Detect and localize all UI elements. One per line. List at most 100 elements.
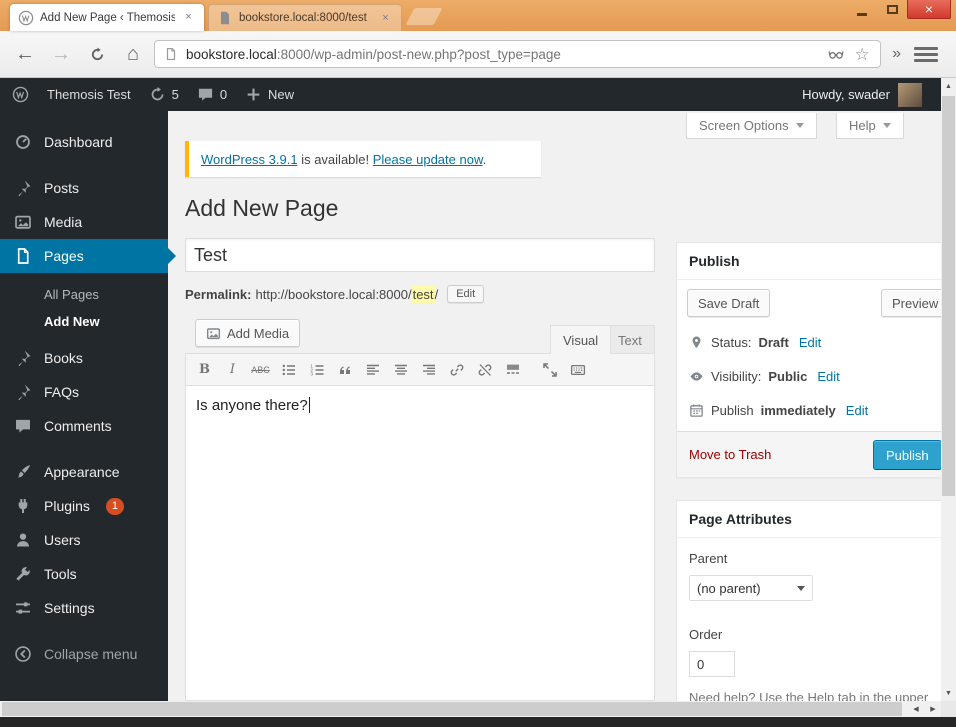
tab-text[interactable]: Text [605, 325, 655, 354]
reload-button[interactable] [82, 39, 112, 69]
sidebar-item-tools[interactable]: Tools [0, 557, 168, 591]
scroll-up-arrow[interactable]: ▲ [941, 78, 956, 94]
fullscreen-icon[interactable] [536, 357, 563, 382]
more-tag-icon[interactable] [499, 357, 526, 382]
blockquote-icon[interactable] [331, 357, 358, 382]
new-tab-button[interactable] [405, 8, 443, 25]
save-draft-button[interactable]: Save Draft [687, 289, 771, 317]
edit-schedule-link[interactable]: Edit [846, 403, 868, 418]
parent-label: Parent [689, 551, 728, 566]
page-icon [12, 247, 34, 265]
eye-icon [689, 369, 704, 384]
page-attributes-title[interactable]: Page Attributes [677, 501, 955, 538]
reader-glasses-icon[interactable] [827, 45, 845, 63]
browser-tab-inactive[interactable]: bookstore.local:8000/test × [208, 4, 402, 31]
sidebar-item-appearance[interactable]: Appearance [0, 455, 168, 489]
scroll-right-arrow[interactable]: ▶ [925, 701, 941, 717]
link-icon[interactable] [443, 357, 470, 382]
preview-button[interactable]: Preview [881, 289, 950, 317]
page-security-icon[interactable] [164, 46, 178, 62]
sidebar-item-plugins[interactable]: Plugins 1 [0, 489, 168, 523]
numbered-list-icon[interactable]: 123 [303, 357, 330, 382]
status-pin-icon [689, 335, 704, 350]
edit-status-link[interactable]: Edit [799, 335, 821, 350]
content-editor: B I ABC 123 Is anyone there? [185, 353, 655, 701]
sidebar-item-media[interactable]: Media [0, 205, 168, 239]
post-title-input[interactable] [185, 238, 655, 272]
kitchen-sink-icon[interactable] [564, 357, 591, 382]
browser-menu-icon[interactable] [914, 46, 938, 62]
sidebar-item-pages[interactable]: Pages [0, 239, 176, 273]
scroll-down-arrow[interactable]: ▼ [941, 685, 956, 701]
strikethrough-icon[interactable]: ABC [247, 357, 274, 382]
move-to-trash-link[interactable]: Move to Trash [689, 447, 771, 462]
editor-text-area[interactable]: Is anyone there? [186, 386, 654, 424]
sidebar-item-all-pages[interactable]: All Pages [0, 281, 168, 308]
tab-close-icon[interactable]: × [378, 11, 393, 26]
publish-box-title[interactable]: Publish [677, 243, 955, 280]
comments-link[interactable]: 0 [197, 86, 227, 103]
unlink-icon[interactable] [471, 357, 498, 382]
sidebar-item-faqs[interactable]: FAQs [0, 375, 168, 409]
permalink-slug: test [411, 285, 435, 303]
help-tab[interactable]: Help [836, 113, 904, 139]
back-button[interactable]: ← [10, 39, 40, 69]
scroll-left-arrow[interactable]: ◀ [908, 701, 924, 717]
window-controls: × [847, 0, 951, 19]
schedule-row: Publish immediately Edit [689, 403, 868, 418]
vertical-scrollbar-thumb[interactable] [942, 96, 955, 496]
publish-button[interactable]: Publish [873, 440, 942, 470]
parent-select[interactable]: (no parent) [689, 575, 813, 601]
vertical-scrollbar: ▲ ▼ [941, 78, 956, 701]
collapse-menu-button[interactable]: Collapse menu [0, 637, 168, 671]
address-bar[interactable]: bookstore.local:8000/wp-admin/post-new.p… [154, 40, 882, 68]
bullet-list-icon[interactable] [275, 357, 302, 382]
bold-icon[interactable]: B [191, 357, 218, 382]
sidebar-item-users[interactable]: Users [0, 523, 168, 557]
howdy-text: Howdy, swader [802, 87, 890, 102]
account-menu[interactable]: Howdy, swader [802, 82, 922, 107]
align-right-icon[interactable] [415, 357, 442, 382]
updates-link[interactable]: 5 [149, 86, 179, 103]
editor-toolbar: B I ABC 123 [186, 354, 654, 386]
screen-options-tab[interactable]: Screen Options [686, 113, 817, 139]
italic-icon[interactable]: I [219, 357, 246, 382]
sidebar-item-books[interactable]: Books [0, 341, 168, 375]
align-center-icon[interactable] [387, 357, 414, 382]
close-button[interactable]: × [907, 0, 951, 19]
order-label: Order [689, 627, 723, 642]
add-media-button[interactable]: Add Media [195, 319, 301, 347]
forward-button[interactable]: → [46, 39, 76, 69]
plus-icon [245, 86, 262, 103]
toolbar-overflow-icon[interactable]: » [887, 45, 906, 63]
tab-visual[interactable]: Visual [550, 325, 612, 354]
update-version-link[interactable]: WordPress 3.9.1 [201, 152, 298, 167]
window-titlebar: Add New Page ‹ Themosis × bookstore.loca… [0, 0, 956, 31]
align-left-icon[interactable] [359, 357, 386, 382]
sidebar-item-dashboard[interactable]: Dashboard [0, 125, 168, 159]
site-name-link[interactable]: Themosis Test [47, 87, 131, 102]
edit-visibility-link[interactable]: Edit [817, 369, 839, 384]
order-input[interactable] [689, 651, 735, 677]
home-button[interactable]: ⌂ [118, 39, 148, 69]
minimize-button[interactable] [847, 0, 877, 19]
bookmark-star-icon[interactable]: ☆ [853, 45, 871, 63]
window-bottom-border [0, 717, 956, 727]
user-icon [12, 531, 34, 549]
tab-close-icon[interactable]: × [181, 10, 196, 25]
media-icon [206, 327, 221, 339]
horizontal-scrollbar-thumb[interactable] [2, 702, 902, 716]
status-row: Status: Draft Edit [689, 335, 821, 350]
sidebar-item-settings[interactable]: Settings [0, 591, 168, 625]
edit-permalink-button[interactable]: Edit [447, 285, 485, 303]
update-icon [149, 86, 166, 103]
wordpress-logo-icon[interactable] [12, 86, 29, 103]
pushpin-icon [12, 383, 34, 401]
update-now-link[interactable]: Please update now [373, 152, 483, 167]
browser-tab-active[interactable]: Add New Page ‹ Themosis × [10, 4, 204, 31]
maximize-button[interactable] [877, 0, 907, 19]
sidebar-item-posts[interactable]: Posts [0, 171, 168, 205]
sidebar-item-add-new[interactable]: Add New [0, 308, 168, 335]
new-content-link[interactable]: New [245, 86, 294, 103]
sidebar-item-comments[interactable]: Comments [0, 409, 168, 443]
